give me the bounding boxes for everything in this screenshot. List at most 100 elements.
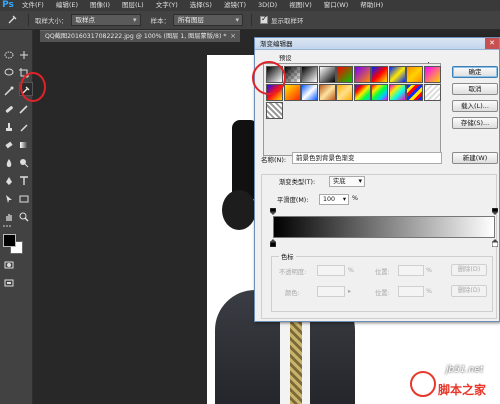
opacity-stop-right[interactable] (491, 207, 499, 215)
close-icon[interactable]: × (230, 31, 236, 42)
show-ring-checkbox[interactable] (260, 14, 268, 24)
ellipsis-icon[interactable] (2, 222, 12, 230)
document-tab[interactable]: QQ截图20160317082222.jpg @ 100% (图层 1, 图层蒙… (40, 30, 240, 42)
lasso-icon[interactable] (2, 66, 16, 80)
sample-size-label: 取样大小： (35, 17, 68, 25)
opacity-stop-left[interactable] (269, 207, 277, 215)
presets-label: 预设 (279, 55, 292, 62)
gradient-icon[interactable] (17, 138, 31, 152)
zoom-icon[interactable] (17, 210, 31, 224)
name-field[interactable]: 前景色到背景色渐变 (292, 152, 442, 164)
gradient-preset-swatch[interactable] (336, 66, 353, 83)
menu-bar: Ps 文件(F) 编辑(E) 图像(I) 图层(L) 文字(Y) 选择(S) 滤… (0, 0, 500, 11)
opacity-input (317, 265, 345, 276)
menu-filter[interactable]: 滤镜(T) (218, 0, 252, 11)
cancel-button[interactable]: 取消 (452, 83, 498, 95)
smoothness-input[interactable]: 100 ▾ (319, 194, 349, 205)
color-stop-right[interactable] (491, 239, 499, 248)
gradient-preset-swatch[interactable] (318, 84, 336, 101)
stops-group-label: 色标 (279, 252, 296, 261)
menu-layer[interactable]: 图层(L) (116, 0, 150, 11)
new-button[interactable]: 新建(W) (452, 152, 498, 164)
gradient-type-select[interactable]: 实底 (329, 176, 365, 187)
quick-mask-icon[interactable] (2, 258, 16, 272)
load-button[interactable]: 载入(L)... (452, 100, 498, 112)
gradient-preset-swatch[interactable] (283, 84, 301, 101)
sample-select[interactable]: 所有图层 (173, 14, 243, 26)
dialog-title: 渐变编辑器 (255, 38, 499, 50)
gradient-type-label: 渐变类型(T): (277, 177, 318, 186)
photoshop-logo: Ps (2, 0, 14, 10)
opacity-location-unit: % (426, 267, 432, 274)
healing-brush-icon[interactable] (2, 102, 16, 116)
rectangle-shape-icon[interactable] (17, 192, 31, 206)
eyedropper-tool-preset-icon[interactable] (4, 14, 20, 27)
gradient-editor-dialog: 渐变编辑器 ✕ 预设 ✲ 确定 取消 载入(L)... 存储(S)... 名称(… (254, 37, 500, 322)
divider (251, 14, 252, 26)
presets-panel (263, 63, 441, 156)
show-ring-label: 显示取样环 (271, 17, 304, 25)
blur-icon[interactable] (2, 156, 16, 170)
brush-icon[interactable] (17, 102, 31, 116)
color-location-unit: % (426, 288, 432, 295)
eraser-icon[interactable] (2, 138, 16, 152)
gradient-preset-swatch[interactable] (318, 66, 336, 83)
gradient-preset-swatch[interactable] (336, 84, 353, 101)
clone-stamp-icon[interactable] (2, 120, 16, 134)
chevron-down-icon[interactable]: ▾ (343, 195, 346, 204)
sample-size-select[interactable]: 取样点 (70, 14, 141, 26)
pen-icon[interactable] (2, 174, 16, 188)
menu-edit[interactable]: 编辑(E) (50, 0, 84, 11)
menu-3d[interactable]: 3D(D) (252, 0, 283, 11)
history-brush-icon[interactable] (17, 120, 31, 134)
menu-image[interactable]: 图像(I) (84, 0, 116, 11)
delete-color-stop-button: 删除(D) (451, 285, 487, 297)
gradient-preset-swatch[interactable] (388, 84, 406, 101)
close-icon[interactable]: ✕ (485, 38, 499, 49)
ok-button[interactable]: 确定 (452, 66, 498, 78)
elliptical-marquee-icon[interactable] (2, 48, 16, 62)
photo-content (290, 318, 302, 404)
gradient-preset-swatch[interactable] (423, 66, 441, 83)
gradient-preset-swatch[interactable] (406, 66, 423, 83)
move-tool-icon[interactable] (17, 48, 31, 62)
gradient-preset-swatch[interactable] (266, 102, 283, 119)
menu-view[interactable]: 视图(V) (283, 0, 318, 11)
gradient-preset-swatch[interactable] (283, 66, 301, 83)
gradient-preview-bar[interactable] (273, 216, 495, 238)
gradient-preset-swatch[interactable] (423, 84, 441, 101)
smoothness-unit: % (352, 195, 358, 202)
gradient-preset-swatch[interactable] (406, 84, 423, 101)
gradient-preset-swatch[interactable] (388, 66, 406, 83)
menu-window[interactable]: 窗口(W) (318, 0, 355, 11)
gradient-preset-swatch[interactable] (371, 66, 388, 83)
dodge-icon[interactable] (17, 156, 31, 170)
menu-type[interactable]: 文字(Y) (150, 0, 184, 11)
opacity-location-input (398, 265, 424, 276)
color-location-label: 位置: (375, 290, 390, 297)
highlight-circle (20, 72, 46, 102)
gradient-preset-swatch[interactable] (301, 84, 318, 101)
delete-opacity-stop-button: 删除(D) (451, 264, 487, 276)
opacity-location-label: 位置: (375, 269, 390, 276)
foreground-color-swatch[interactable] (3, 234, 16, 247)
path-selection-icon[interactable] (2, 192, 16, 206)
gradient-preset-swatch[interactable] (353, 66, 371, 83)
quick-selection-icon[interactable] (2, 84, 16, 98)
type-icon[interactable] (17, 174, 31, 188)
menu-file[interactable]: 文件(F) (16, 0, 50, 11)
gradient-preset-swatch[interactable] (301, 66, 318, 83)
smoothness-value: 100 (323, 196, 336, 203)
save-button[interactable]: 存储(S)... (452, 117, 498, 129)
screen-mode-icon[interactable] (2, 276, 16, 290)
color-label: 颜色: (285, 290, 300, 297)
menu-help[interactable]: 帮助(H) (354, 0, 389, 11)
divider (28, 14, 29, 26)
gradient-preset-swatch[interactable] (371, 84, 388, 101)
menu-select[interactable]: 选择(S) (184, 0, 218, 11)
gradient-preset-swatch[interactable] (353, 84, 371, 101)
name-label: 名称(N): (261, 156, 287, 164)
photo-content (222, 190, 256, 230)
sample-label: 样本： (150, 17, 171, 25)
color-stop-left[interactable] (269, 239, 277, 248)
